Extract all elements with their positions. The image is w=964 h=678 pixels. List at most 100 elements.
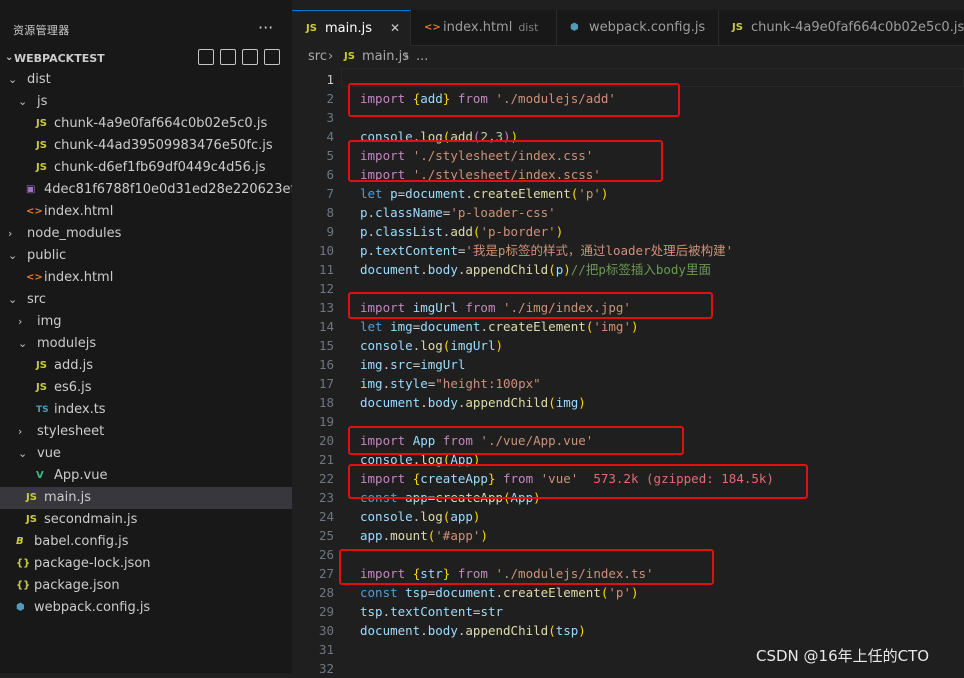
code-token: ( <box>548 623 556 638</box>
tree-folder[interactable]: ⌄ dist <box>0 69 292 91</box>
chevron-down-icon: ⌄ <box>18 337 28 350</box>
code-token: log <box>420 509 443 524</box>
annotation-box <box>348 464 808 499</box>
tree-file[interactable]: JS add.js <box>0 355 292 377</box>
js-file-icon: JS <box>732 22 743 33</box>
breadcrumb-more[interactable]: ... <box>416 46 428 68</box>
code-line[interactable]: img.src=imgUrl <box>360 355 465 374</box>
annotation-box <box>348 83 680 117</box>
tree-file[interactable]: Bbabel.config.js <box>0 531 292 553</box>
new-file-icon[interactable] <box>198 49 214 65</box>
code-token: 'img' <box>593 319 631 334</box>
code-token: createElement <box>487 319 586 334</box>
code-token: 'p' <box>578 186 601 201</box>
line-number: 22 <box>318 471 334 486</box>
tree-file[interactable]: JS es6.js <box>0 377 292 399</box>
code-line[interactable]: p.classList.add('p-border') <box>360 222 563 241</box>
code-line[interactable]: p.textContent='我是p标签的样式，通过loader处理后被构建' <box>360 241 733 260</box>
tab-label-text: index.html <box>443 20 513 35</box>
tree-folder[interactable]: ⌄ js <box>0 91 292 113</box>
annotation-box <box>348 140 663 182</box>
tree-file[interactable]: <> index.html <box>0 201 292 223</box>
code-token: . <box>367 205 376 220</box>
annotation-box <box>339 549 714 585</box>
line-number: 15 <box>318 338 334 353</box>
code-token: ) <box>630 319 639 334</box>
code-line[interactable]: document.body.appendChild(img) <box>360 393 586 412</box>
tab-chunk-4a9e0faf664c0b02e5c0-js[interactable]: JS chunk-4a9e0faf664c0b02e5c0.js <box>718 10 964 45</box>
tree-folder[interactable]: ⌄ modulejs <box>0 333 292 355</box>
code-token: //把p标签插入body里面 <box>570 262 711 277</box>
tree-item-label: modulejs <box>37 336 97 351</box>
tree-item-label: public <box>27 248 67 263</box>
explorer-title: 资源管理器 <box>13 24 70 37</box>
tree-item-label: secondmain.js <box>44 512 138 527</box>
code-token: mount <box>390 528 428 543</box>
line-number: 9 <box>326 224 334 239</box>
code-token: . <box>420 623 428 638</box>
tree-item-label: babel.config.js <box>34 534 129 549</box>
tree-file[interactable]: JS chunk-d6ef1fb69df0449c4d56.js <box>0 157 292 179</box>
code-line[interactable]: const tsp=document.createElement('p') <box>360 583 639 602</box>
tab-main-js[interactable]: JS main.js ✕ <box>292 10 411 46</box>
tree-folder[interactable]: ⌄ src <box>0 289 292 311</box>
code-line[interactable]: img.style="height:100px" <box>360 374 541 393</box>
webpack-config-icon: ⬢ <box>16 602 25 613</box>
collapse-all-icon[interactable] <box>264 49 280 65</box>
tree-folder[interactable]: › node_modules <box>0 223 292 245</box>
tab-label: main.js <box>325 11 372 46</box>
tree-folder[interactable]: › stylesheet <box>0 421 292 443</box>
code-line[interactable]: document.body.appendChild(p)//把p标签插入body… <box>360 260 711 279</box>
code-line[interactable]: let p=document.createElement('p') <box>360 184 608 203</box>
annotation-box <box>348 292 713 319</box>
code-token: ) <box>630 585 639 600</box>
tree-item-label: index.ts <box>54 402 106 417</box>
code-line[interactable]: document.body.appendChild(tsp) <box>360 621 586 640</box>
code-token: className <box>375 205 443 220</box>
tree-file[interactable]: JS chunk-4a9e0faf664c0b02e5c0.js <box>0 113 292 135</box>
tree-file[interactable]: JS main.js <box>0 487 292 509</box>
code-token: textContent <box>390 604 473 619</box>
chevron-down-icon: ⌄ <box>18 447 28 460</box>
tree-item-label: es6.js <box>54 380 92 395</box>
tab-webpack-config-js[interactable]: ⬢ webpack.config.js <box>556 10 719 45</box>
code-line[interactable]: console.log(app) <box>360 507 480 526</box>
tab-index-html[interactable]: <> index.html dist <box>410 10 557 45</box>
breadcrumb-file[interactable]: main.js <box>362 46 409 68</box>
code-token: . <box>465 186 473 201</box>
tree-file[interactable]: ⬢ webpack.config.js <box>0 597 292 619</box>
code-line[interactable]: app.mount('#app') <box>360 526 488 545</box>
line-number: 5 <box>326 148 334 163</box>
code-token: imgUrl <box>420 357 466 372</box>
js-file-icon: JS <box>36 360 47 371</box>
code-token: app <box>450 509 473 524</box>
tree-file[interactable]: JS secondmain.js <box>0 509 292 531</box>
tree-folder[interactable]: ⌄ public <box>0 245 292 267</box>
json-file-icon: {} <box>16 580 31 591</box>
code-line[interactable]: p.className='p-loader-css' <box>360 203 556 222</box>
code-token: . <box>367 224 376 239</box>
more-actions-icon[interactable]: ··· <box>258 18 273 37</box>
line-number: 3 <box>326 110 334 125</box>
code-token: str <box>480 604 504 619</box>
new-folder-icon[interactable] <box>220 49 236 65</box>
tree-file[interactable]: ▣ 4dec81f6788f10e0d31ed28e220623ef.jpg <box>0 179 318 201</box>
tree-file[interactable]: JS chunk-44ad39509983476e50fc.js <box>0 135 292 157</box>
tree-folder[interactable]: ⌄ vue <box>0 443 292 465</box>
code-token: . <box>382 604 391 619</box>
tree-file[interactable]: {} package-lock.json <box>0 553 292 575</box>
tree-file[interactable]: V App.vue <box>0 465 292 487</box>
code-line[interactable]: let img=document.createElement('img') <box>360 317 639 336</box>
close-icon[interactable]: ✕ <box>390 11 400 46</box>
breadcrumb-folder[interactable]: src <box>308 46 327 68</box>
code-token: '我是p标签的样式，通过loader处理后被构建' <box>465 243 734 258</box>
tree-file[interactable]: <> index.html <box>0 267 292 289</box>
tree-file[interactable]: TS index.ts <box>0 399 292 421</box>
code-line[interactable]: tsp.textContent=str <box>360 602 503 621</box>
tree-folder[interactable]: › img <box>0 311 292 333</box>
code-token: 'p-loader-css' <box>450 205 556 220</box>
tree-file[interactable]: {} package.json <box>0 575 292 597</box>
code-line[interactable]: console.log(imgUrl) <box>360 336 503 355</box>
refresh-icon[interactable] <box>242 49 258 65</box>
line-number: 7 <box>326 186 334 201</box>
